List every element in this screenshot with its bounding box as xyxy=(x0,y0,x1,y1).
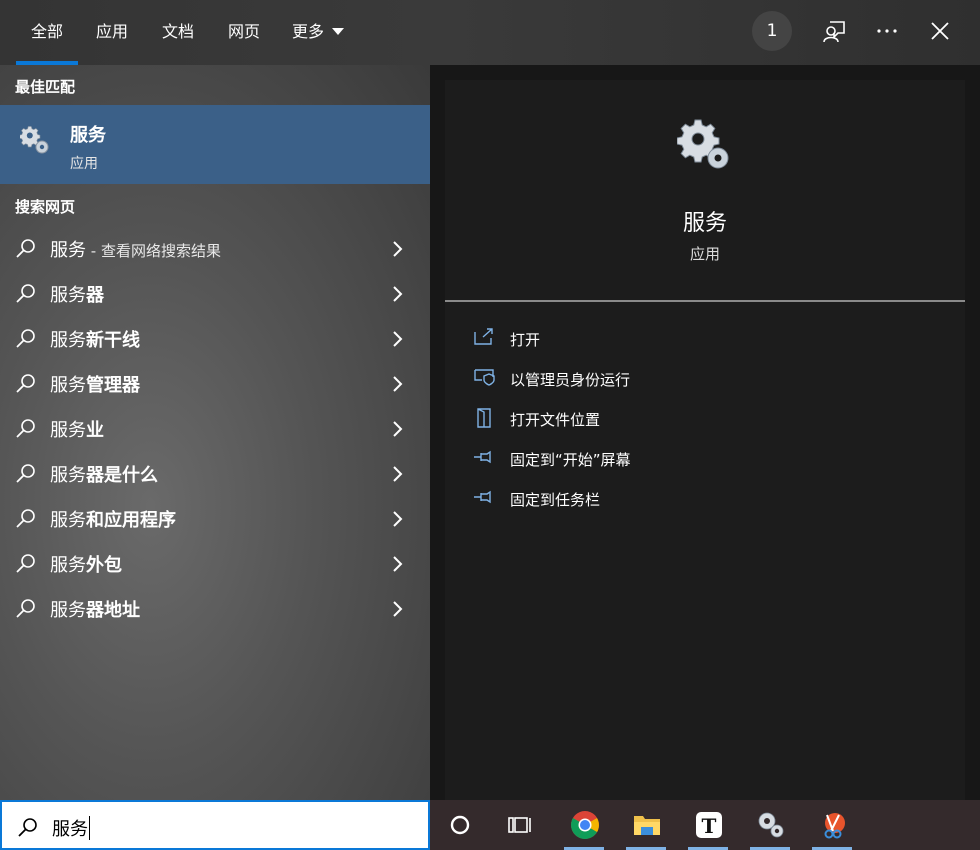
best-match-item[interactable]: 服务 应用 xyxy=(0,105,430,184)
text-cursor xyxy=(89,816,90,840)
chevron-right-icon xyxy=(393,466,403,482)
services-gear-icon xyxy=(676,118,733,178)
search-suggestion-item[interactable]: 服务业 xyxy=(0,406,430,451)
open-icon xyxy=(474,328,493,345)
best-match-type: 应用 xyxy=(70,156,98,172)
search-icon xyxy=(18,818,37,837)
search-suggestion-item[interactable]: 服务新干线 xyxy=(0,316,430,361)
chevron-down-icon xyxy=(332,28,344,35)
tab-label: 全部 xyxy=(30,22,63,41)
pin-icon xyxy=(474,490,491,504)
feedback-icon[interactable] xyxy=(820,16,850,46)
app-name: 服务 xyxy=(682,211,727,236)
web-search-item[interactable]: 服务 - 查看网络搜索结果 xyxy=(0,226,430,271)
suggestion-text: 服务业 xyxy=(50,420,104,441)
search-suggestion-item[interactable]: 服务外包 xyxy=(0,541,430,586)
best-match-heading: 最佳匹配 xyxy=(15,78,76,96)
cortana-icon[interactable] xyxy=(434,800,486,850)
best-match-name: 服务 xyxy=(70,125,106,146)
folder-location-icon xyxy=(477,408,491,428)
tab-label: 应用 xyxy=(95,22,128,41)
search-icon xyxy=(16,509,35,528)
search-suggestion-item[interactable]: 服务管理器 xyxy=(0,361,430,406)
chevron-right-icon xyxy=(393,556,403,572)
svg-text:T: T xyxy=(702,814,717,838)
action-label: 固定到“开始”屏幕 xyxy=(510,451,631,469)
chevron-right-icon xyxy=(393,376,403,392)
chevron-right-icon xyxy=(393,601,403,617)
search-icon xyxy=(16,554,35,573)
tab-label: 文档 xyxy=(161,22,194,41)
search-icon xyxy=(16,239,35,258)
web-search-text: 服务 - 查看网络搜索结果 xyxy=(50,240,221,261)
search-icon xyxy=(16,374,35,393)
chevron-right-icon xyxy=(393,241,403,257)
tab-more[interactable]: 更多 xyxy=(286,0,350,65)
chrome-icon[interactable] xyxy=(558,800,610,850)
suggestion-text: 服务管理器 xyxy=(50,375,140,396)
snipping-tool-icon[interactable] xyxy=(806,800,858,850)
search-input[interactable]: 服务 xyxy=(52,815,90,841)
suggestion-text: 服务器地址 xyxy=(50,600,140,621)
suggestion-text: 服务和应用程序 xyxy=(50,510,176,531)
search-icon xyxy=(16,284,35,303)
suggestion-text: 服务器是什么 xyxy=(50,465,158,486)
taskbar: 服务 T xyxy=(0,800,980,850)
chevron-right-icon xyxy=(393,421,403,437)
search-icon xyxy=(16,599,35,618)
chevron-right-icon xyxy=(393,331,403,347)
detail-card: 服务 应用 打开 以管理员身份运行 打开文件位置 固定到“开始”屏幕 固定到任务… xyxy=(445,80,965,800)
results-panel: 最佳匹配 服务 应用 搜索网页 服务 - 查看网络搜索结果 服务器 服务新干线 服务… xyxy=(0,65,430,800)
action-label: 打开文件位置 xyxy=(510,411,601,429)
more-options-icon[interactable] xyxy=(872,16,902,46)
divider xyxy=(445,300,965,302)
search-icon xyxy=(16,464,35,483)
chevron-right-icon xyxy=(393,286,403,302)
search-icon xyxy=(16,419,35,438)
search-suggestion-item[interactable]: 服务器 xyxy=(0,271,430,316)
tab-documents[interactable]: 文档 xyxy=(154,0,202,65)
chevron-right-icon xyxy=(393,511,403,527)
tab-label: 更多 xyxy=(291,22,324,41)
services-icon[interactable] xyxy=(744,800,796,850)
task-view-icon[interactable] xyxy=(494,800,546,850)
search-icon xyxy=(16,329,35,348)
rewards-badge[interactable]: 1 xyxy=(752,11,792,51)
tab-apps[interactable]: 应用 xyxy=(88,0,136,65)
action-label: 固定到任务栏 xyxy=(510,491,601,509)
tab-label: 网页 xyxy=(227,22,260,41)
web-search-heading: 搜索网页 xyxy=(15,198,76,216)
tab-all[interactable]: 全部 xyxy=(16,0,78,65)
suggestion-text: 服务新干线 xyxy=(50,330,140,351)
search-filter-bar: 全部 应用 文档 网页 更多 1 xyxy=(0,0,980,65)
search-suggestion-item[interactable]: 服务和应用程序 xyxy=(0,496,430,541)
close-icon[interactable] xyxy=(925,16,955,46)
suggestion-text: 服务器 xyxy=(50,285,104,306)
tab-web[interactable]: 网页 xyxy=(220,0,268,65)
suggestion-text: 服务外包 xyxy=(50,555,122,576)
pin-icon xyxy=(474,450,491,464)
action-label: 打开 xyxy=(510,331,541,349)
shield-icon xyxy=(474,369,495,386)
search-suggestion-item[interactable]: 服务器是什么 xyxy=(0,451,430,496)
file-explorer-icon[interactable] xyxy=(620,800,672,850)
taskbar-search-box[interactable]: 服务 xyxy=(0,800,430,850)
app-type: 应用 xyxy=(689,245,720,263)
typora-icon[interactable]: T xyxy=(682,800,734,850)
detail-panel: 服务 应用 打开 以管理员身份运行 打开文件位置 固定到“开始”屏幕 固定到任务… xyxy=(430,65,980,800)
services-gear-icon xyxy=(19,125,50,159)
action-label: 以管理员身份运行 xyxy=(510,371,631,389)
search-suggestion-item[interactable]: 服务器地址 xyxy=(0,586,430,631)
